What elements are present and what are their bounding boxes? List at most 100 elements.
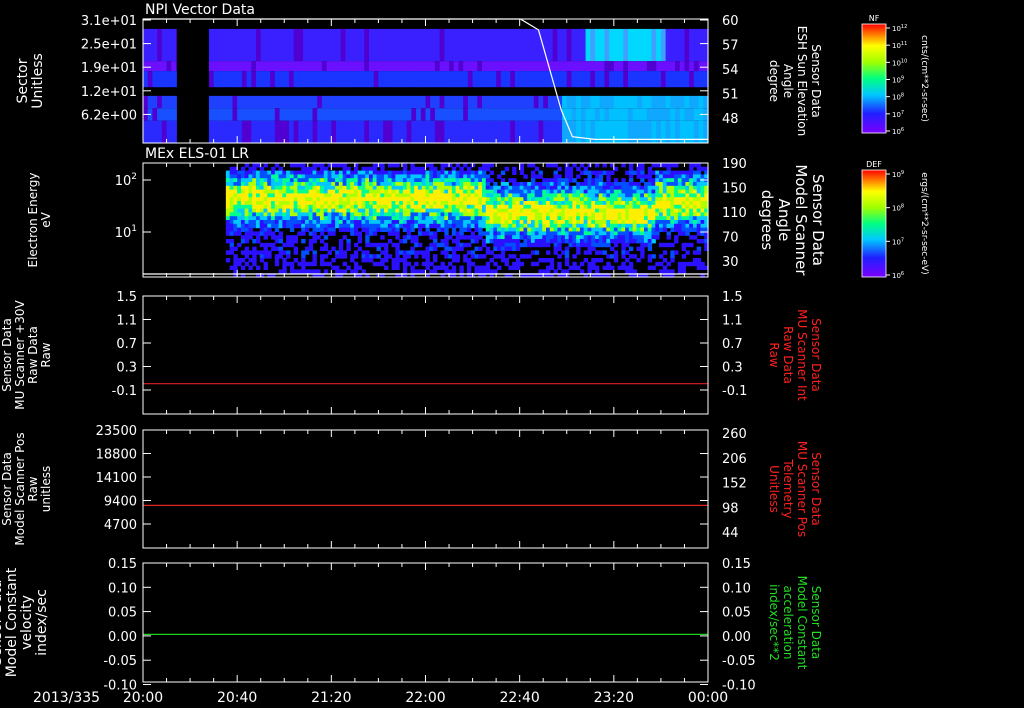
right-tick-label: 0.10: [722, 581, 751, 596]
right-axis-label: degree: [767, 60, 781, 102]
y-tick-label: 0.7: [116, 337, 137, 352]
colorbar-gradient: [861, 23, 887, 134]
colorbar-tick-label: 1011: [892, 41, 907, 50]
panel-2: 102 101 190 150 110 70 30 MEx ELS-01 LR Electron…: [26, 146, 827, 278]
time-tick-label: 22:00: [405, 690, 445, 706]
right-axis-label: Telemetry: [781, 458, 795, 518]
right-axis-label: acceleration: [781, 586, 795, 660]
y-axis-label: Electron Energy: [26, 172, 40, 267]
y-tick-label: 1.9e+01: [81, 61, 137, 76]
time-tick-label: 20:00: [123, 690, 163, 706]
y-axis-label: index/sec: [34, 589, 50, 656]
right-tick-label: 0.00: [722, 630, 751, 645]
colorbar-tick-label: 106: [892, 271, 904, 280]
y-tick-label: 0.15: [108, 557, 137, 572]
y-tick-label: 0.05: [108, 606, 137, 621]
right-tick-label: 44: [722, 526, 739, 541]
right-tick-label: 60: [722, 14, 739, 29]
time-tick-label: 20:40: [217, 690, 257, 706]
y-tick-label: 3.1e+01: [81, 14, 137, 29]
right-axis-label: Sensor Data: [809, 44, 823, 118]
right-axis-label: MU Scanner Int: [795, 309, 809, 401]
right-axis-label: Raw Data: [781, 326, 795, 384]
right-tick-label: 206: [722, 452, 747, 467]
right-tick-label: 110: [722, 206, 747, 221]
y-tick-label: 102: [115, 172, 137, 189]
els-heatmap: [143, 163, 709, 278]
right-tick-label: 30: [722, 255, 739, 270]
multi-panel-time-series-chart: 3.1e+01 2.5e+01 1.9e+01 1.2e+01 6.2e+00 60 57 5…: [0, 2, 929, 706]
y-tick-label: -0.1: [112, 384, 137, 399]
colorbar-tick-label: 108: [892, 93, 904, 102]
y-axis-label: eV: [39, 211, 53, 227]
plot-area: [143, 563, 708, 682]
right-axis-label: Sensor Data: [809, 586, 823, 660]
y-axis-label: Model Constant: [4, 567, 20, 677]
right-axis-label: index/sec**2: [767, 584, 781, 661]
plot-area: [143, 296, 708, 414]
y-tick-label: 2.5e+01: [81, 38, 137, 53]
right-axis-label: Raw: [767, 342, 781, 367]
right-axis-label: Model Constant: [795, 576, 809, 670]
panel-4: 23500 18800 14100 9400 4700 260 206 152 98 44 Sens…: [0, 424, 823, 549]
y-tick-label: 14100: [96, 471, 137, 486]
right-tick-label: 190: [722, 157, 747, 172]
y-axis-label: Raw Data: [26, 326, 40, 384]
colorbar-unit-label: ergs/(cm**2-sr-sec-eV): [919, 172, 929, 274]
right-axis-label: ESH Sun Elevation: [795, 26, 809, 136]
right-tick-label: 152: [722, 477, 747, 492]
right-tick-label: 54: [722, 63, 739, 78]
right-tick-label: 1.5: [722, 290, 743, 305]
colorbar-nf: NF 1012 1011 1010 109 108 107 106 cnts/(cm**2-sr…: [861, 14, 929, 136]
y-tick-label: 0.3: [116, 361, 137, 376]
y-tick-label: 23500: [96, 424, 137, 439]
time-axis: 20:00 20:40 21:20 22:00 22:40 23:20 00:00: [123, 690, 728, 706]
right-tick-label: 0.15: [722, 557, 751, 572]
y-tick-label: 1.2e+01: [81, 85, 137, 100]
right-tick-label: 260: [722, 427, 747, 442]
right-axis-label: Sensor Data: [809, 174, 827, 266]
right-axis-label: Sensor Data: [809, 318, 823, 392]
colorbar-tick-label: 109: [892, 76, 904, 85]
y-axis-label: unitless: [39, 466, 53, 512]
colorbar-tick-label: 1012: [892, 24, 907, 33]
data-gap: [176, 19, 208, 143]
y-axis-label: Unitless: [30, 53, 46, 109]
right-axis-label: Angle: [781, 64, 795, 98]
y-axis-label: velocity: [19, 595, 35, 650]
panel-3: 1.5 1.1 0.7 0.3 -0.1 1.5 1.1 0.7 0.3 -0.1 Sensor D…: [0, 290, 823, 415]
y-axis-label: MU Scanner +30V: [13, 300, 27, 410]
y-tick-label: 4700: [104, 518, 137, 533]
time-tick-label: 23:20: [594, 690, 634, 706]
right-axis-label: Unitless: [767, 465, 781, 513]
y-tick-label: 6.2e+00: [81, 108, 137, 123]
time-tick-label: 00:00: [688, 690, 728, 706]
y-axis-label: Raw: [26, 476, 40, 501]
panel-title: MEx ELS-01 LR: [145, 146, 249, 162]
right-axis-label: MU Scanner Pos: [795, 441, 809, 537]
right-axis-label: Sensor Data: [809, 452, 823, 526]
right-tick-label: 57: [722, 39, 739, 54]
right-tick-label: -0.1: [722, 384, 747, 399]
colorbar-tick-label: 109: [892, 170, 904, 179]
y-tick-label: 101: [115, 224, 137, 241]
right-tick-label: -0.05: [722, 654, 756, 669]
right-tick-label: 0.3: [722, 361, 743, 376]
right-axis-label: Model Scanner: [792, 164, 810, 276]
colorbar-gradient: [861, 169, 887, 278]
colorbar-name: DEF: [866, 160, 882, 169]
y-axis-label: Raw: [39, 342, 53, 367]
npi-heatmap: [143, 19, 709, 143]
y-tick-label: 1.5: [116, 290, 137, 305]
time-tick-label: 22:40: [499, 690, 539, 706]
panel-5: 0.150.100.050.00-0.05-0.100.150.100.050.…: [0, 557, 823, 694]
panel-title: NPI Vector Data: [145, 2, 255, 18]
date-label: 2013/335: [33, 690, 100, 706]
panel-1: 3.1e+01 2.5e+01 1.9e+01 1.2e+01 6.2e+00 60 57 5…: [15, 2, 823, 144]
y-axis-label: Sensor Data: [0, 452, 14, 526]
colorbar-tick-label: 107: [892, 237, 904, 246]
right-tick-label: 98: [722, 501, 739, 516]
y-axis-label: Model Scanner Pos: [13, 432, 27, 545]
colorbar-tick-label: 107: [892, 110, 904, 119]
y-tick-label: 0.00: [108, 630, 137, 645]
